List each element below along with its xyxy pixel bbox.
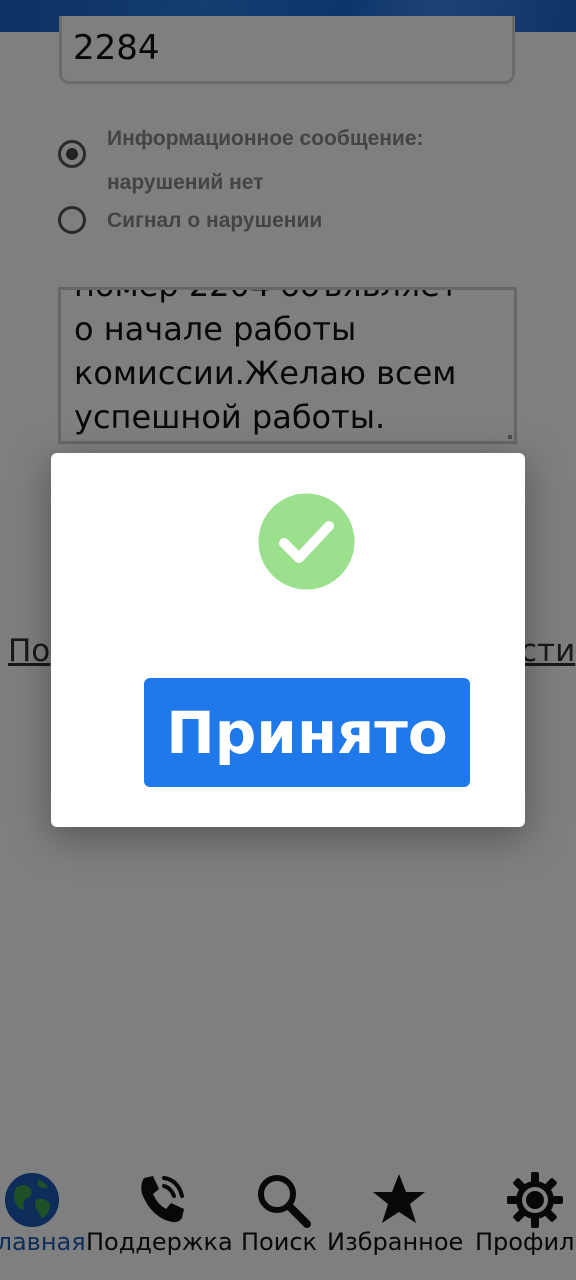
accept-button[interactable]: Принято bbox=[144, 678, 470, 787]
success-dialog: Принято bbox=[51, 453, 525, 827]
check-circle-icon bbox=[258, 493, 355, 590]
